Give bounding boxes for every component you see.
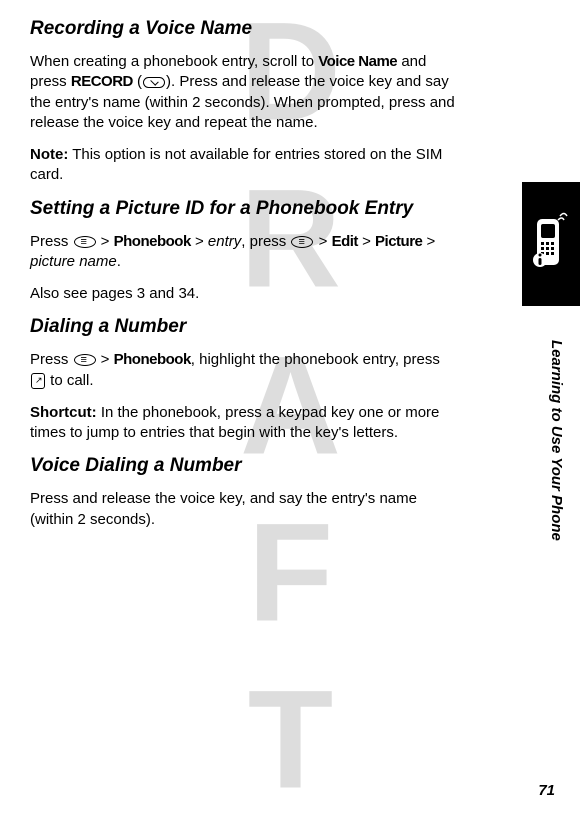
para-see-also: Also see pages 3 and 34.	[30, 284, 460, 304]
heading-dialing-number: Dialing a Number	[30, 316, 460, 338]
phone-info-icon	[532, 212, 570, 277]
text: .	[117, 253, 121, 270]
label-phonebook: Phonebook	[114, 233, 191, 250]
para-dialing-shortcut: Shortcut: In the phonebook, press a keyp…	[30, 403, 460, 444]
note-text: This option is not available for entries…	[30, 146, 442, 183]
sidebar-section-title: Learning to Use Your Phone	[548, 340, 565, 541]
para-picture-instructions: Press > Phonebook > entry, press > Edit …	[30, 232, 460, 273]
text: >	[422, 233, 435, 250]
para-voice-dialing: Press and release the voice key, and say…	[30, 489, 460, 530]
para-recording-instructions: When creating a phonebook entry, scroll …	[30, 52, 460, 133]
send-key-icon	[31, 373, 45, 389]
text: to call.	[46, 372, 94, 389]
text: When creating a phonebook entry, scroll …	[30, 53, 318, 70]
softkey-icon	[143, 77, 165, 88]
var-entry: entry	[208, 233, 241, 250]
text: >	[97, 233, 114, 250]
text: Press	[30, 351, 73, 368]
heading-voice-dialing: Voice Dialing a Number	[30, 455, 460, 477]
label-record: RECORD	[71, 73, 133, 90]
para-dialing-instructions: Press > Phonebook, highlight the phonebo…	[30, 350, 460, 391]
text: >	[358, 233, 375, 250]
text: (	[133, 73, 142, 90]
text: , press	[241, 233, 290, 250]
text: >	[97, 351, 114, 368]
main-content: Recording a Voice Name When creating a p…	[0, 0, 520, 552]
shortcut-label: Shortcut:	[30, 404, 97, 421]
var-picture-name: picture name	[30, 253, 117, 270]
page-number: 71	[538, 782, 555, 799]
heading-picture-id: Setting a Picture ID for a Phonebook Ent…	[30, 198, 460, 220]
menu-key-icon	[74, 236, 96, 248]
note-label: Note:	[30, 146, 68, 163]
menu-key-icon	[74, 354, 96, 366]
label-phonebook: Phonebook	[114, 351, 191, 368]
label-edit: Edit	[332, 233, 358, 250]
heading-recording-voice-name: Recording a Voice Name	[30, 18, 460, 40]
text: >	[314, 233, 331, 250]
para-recording-note: Note: This option is not available for e…	[30, 145, 460, 186]
text: Press	[30, 233, 73, 250]
label-picture: Picture	[375, 233, 422, 250]
text: >	[191, 233, 208, 250]
menu-key-icon	[291, 236, 313, 248]
label-voice-name: Voice Name	[318, 53, 397, 70]
text: , highlight the phonebook entry, press	[191, 351, 440, 368]
